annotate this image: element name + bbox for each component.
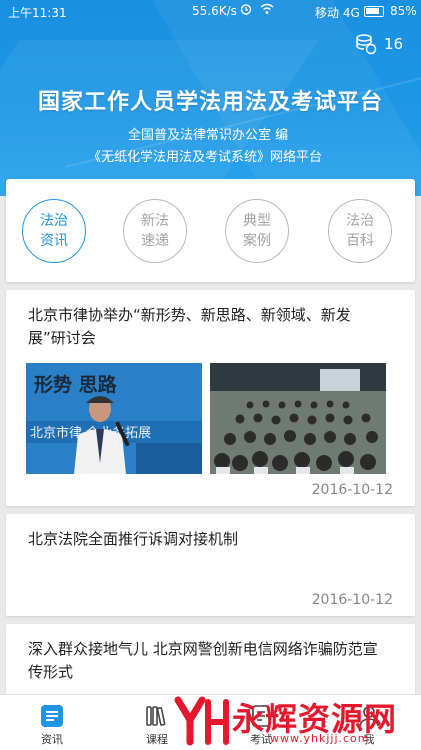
news-photo-audience — [210, 363, 386, 474]
news-date: 2016-10-12 — [311, 592, 393, 608]
battery-icon — [364, 6, 384, 17]
watermark-logo-icon — [174, 696, 229, 746]
news-photo-speaker: 形势 思路 北京市律 会业务拓展 — [26, 363, 202, 474]
status-bar: 上午11:31 55.6K/s 移动 4G 85% — [0, 0, 421, 24]
category-typical-cases[interactable]: 典型 案例 — [225, 199, 289, 263]
news-date: 2016-10-12 — [311, 482, 393, 498]
coin-stack-icon — [356, 34, 377, 55]
nav-tab-news[interactable]: 资讯 — [27, 701, 77, 747]
app-title: 国家工作人员学法用法及考试平台 — [37, 90, 383, 115]
category-new-laws[interactable]: 新法 速递 — [123, 199, 187, 263]
status-carrier: 移动 4G — [315, 6, 360, 20]
watermark: 永辉资源网 www.yhkjjj.com — [174, 690, 421, 750]
news-title: 北京市律协举办“新形势、新思路、新领域、新发展”研讨会 — [28, 306, 351, 347]
news-card[interactable]: 深入群众接地气儿 北京网警创新电信网络诈骗防范宣传形式 — [6, 624, 415, 696]
category-legal-encyclopedia[interactable]: 法治 百科 — [328, 199, 392, 263]
coin-balance[interactable]: 16 — [355, 33, 415, 55]
image-banner-text: 形势 思路 — [34, 373, 118, 396]
news-title: 北京法院全面推行诉调对接机制 — [28, 530, 239, 548]
category-label: 典型 — [243, 213, 271, 229]
wifi-icon — [260, 3, 274, 14]
category-label: 法治 — [40, 213, 68, 229]
watermark-url: www.yhkjjj.com — [270, 732, 370, 745]
news-title: 深入群众接地气儿 北京网警创新电信网络诈骗防范宣传形式 — [28, 640, 378, 681]
coin-count: 16 — [384, 35, 404, 53]
category-label: 速递 — [141, 233, 169, 249]
app-subtitle: 《无纸化学法用法及考试系统》网络平台 — [88, 150, 323, 165]
category-label: 新法 — [141, 213, 169, 229]
status-battery-percent: 85% — [390, 4, 417, 18]
app-header: 上午11:31 55.6K/s 移动 4G 85% 16 国家工作人员学法用法及… — [0, 0, 421, 196]
category-label: 法治 — [346, 213, 374, 229]
news-card[interactable]: 北京市律协举办“新形势、新思路、新领域、新发展”研讨会 形势 思路 北京市律 会… — [6, 290, 415, 506]
category-label: 资讯 — [40, 233, 68, 249]
status-time: 上午11:31 — [8, 6, 67, 20]
category-label: 百科 — [346, 233, 374, 249]
category-panel: 法治 资讯 新法 速递 典型 案例 法治 百科 — [6, 179, 415, 282]
news-card[interactable]: 北京法院全面推行诉调对接机制 2016-10-12 — [6, 514, 415, 616]
books-icon — [146, 706, 166, 726]
status-network-speed: 55.6K/s — [192, 4, 237, 18]
nav-label: 资讯 — [41, 733, 63, 746]
news-image — [210, 363, 386, 474]
news-image: 形势 思路 北京市律 会业务拓展 — [26, 363, 202, 474]
status-icons — [240, 3, 274, 17]
category-label: 案例 — [243, 233, 271, 249]
category-legal-news[interactable]: 法治 资讯 — [22, 199, 86, 263]
alarm-icon — [240, 4, 252, 15]
app-subtitle: 全国普及法律常识办公室 编 — [128, 128, 289, 143]
news-icon — [41, 705, 63, 727]
